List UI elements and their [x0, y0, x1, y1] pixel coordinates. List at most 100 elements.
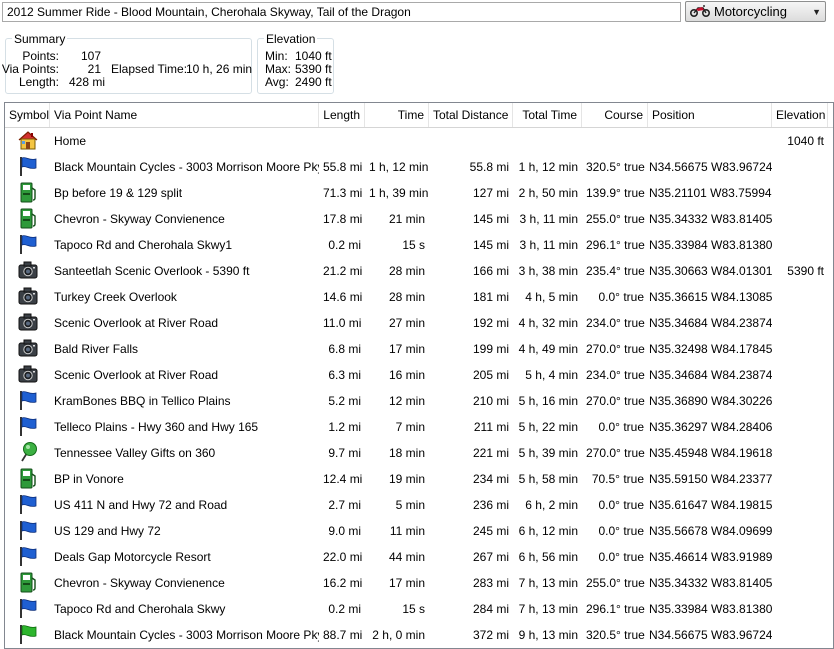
column-header-total-distance[interactable]: Total Distance — [429, 103, 513, 127]
via-points-value: 21 — [87, 62, 101, 76]
position-cell: N34.56675 W83.96724 — [649, 628, 772, 642]
table-row[interactable]: Bp before 19 & 129 split 71.3 mi 1 h, 39 m… — [5, 180, 833, 206]
column-header-total-time[interactable]: Total Time — [513, 103, 582, 127]
course-cell: 234.0° true — [586, 368, 645, 382]
total-distance-cell: 210 mi — [472, 394, 509, 408]
total-distance-cell: 55.8 mi — [469, 160, 509, 174]
via-point-name: KramBones BBQ in Tellico Plains — [54, 394, 231, 408]
course-cell: 0.0° true — [598, 290, 645, 304]
table-row[interactable]: US 411 N and Hwy 72 and Road 2.7 mi 5 min 2… — [5, 492, 833, 518]
table-body: Home 1040 ft Black Mountain Cycles - 3003 … — [5, 128, 833, 648]
position-cell: N35.34332 W83.81405 — [649, 212, 772, 226]
elapsed-time-label: Elapsed Time: — [111, 62, 188, 76]
symbol-cell — [5, 493, 50, 518]
table-row[interactable]: Scenic Overlook at River Road 6.3 mi 16 mi… — [5, 362, 833, 388]
time-cell: 5 min — [395, 498, 425, 512]
via-point-name: US 411 N and Hwy 72 and Road — [54, 498, 228, 512]
table-row[interactable]: Turkey Creek Overlook 14.6 mi 28 min 181 mi… — [5, 284, 833, 310]
time-cell: 7 min — [395, 420, 425, 434]
table-row[interactable]: Black Mountain Cycles - 3003 Morrison Mo… — [5, 154, 833, 180]
length-value: 428 mi — [69, 75, 106, 89]
total-distance-cell: 221 mi — [472, 446, 509, 460]
course-cell: 255.0° true — [586, 212, 645, 226]
length-cell: 71.3 mi — [323, 186, 363, 200]
position-cell: N35.61647 W84.19815 — [649, 498, 772, 512]
column-header-elevation[interactable]: Elevation — [772, 103, 828, 127]
time-cell: 44 min — [388, 550, 425, 564]
total-distance-cell: 166 mi — [472, 264, 509, 278]
total-time-cell: 6 h, 56 min — [518, 550, 578, 564]
blue-flag-icon — [17, 233, 39, 258]
column-header-time[interactable]: Time — [365, 103, 429, 127]
elevation-avg-label: Avg: — [265, 75, 289, 89]
time-cell: 19 min — [388, 472, 425, 486]
table-row[interactable]: BP in Vonore 12.4 mi 19 min 234 mi 5 h, 58 m… — [5, 466, 833, 492]
position-cell: N35.56678 W84.09699 — [649, 524, 772, 538]
blue-flag-icon — [17, 389, 39, 414]
length-cell: 0.2 mi — [328, 602, 361, 616]
table-row[interactable]: Bald River Falls 6.8 mi 17 min 199 mi 4 h, 4… — [5, 336, 833, 362]
position-cell: N35.34684 W84.23874 — [649, 316, 772, 330]
table-row[interactable]: Home 1040 ft — [5, 128, 833, 154]
table-row[interactable]: Telleco Plains - Hwy 360 and Hwy 165 1.2 … — [5, 414, 833, 440]
column-header-course[interactable]: Course — [582, 103, 648, 127]
house-icon — [17, 129, 39, 154]
length-label: Length: — [18, 75, 59, 89]
length-cell: 1.2 mi — [328, 420, 361, 434]
table-row[interactable]: Black Mountain Cycles - 3003 Morrison Mo… — [5, 622, 833, 648]
via-point-name: Tapoco Rd and Cherohala Skwy — [54, 602, 226, 616]
via-point-name: Bp before 19 & 129 split — [54, 186, 183, 200]
summary-group: Summary Points: 107 Via Points: 21 Elaps… — [2, 32, 252, 94]
via-point-name: Scenic Overlook at River Road — [54, 368, 219, 382]
symbol-cell — [5, 233, 50, 258]
total-distance-cell: 211 mi — [473, 420, 509, 434]
via-point-name: Chevron - Skyway Convienence — [54, 576, 225, 590]
symbol-cell — [5, 389, 50, 414]
course-cell: 296.1° true — [586, 238, 645, 252]
table-row[interactable]: Deals Gap Motorcycle Resort 22.0 mi 44 min… — [5, 544, 833, 570]
symbol-cell — [5, 597, 50, 622]
column-header-name[interactable]: Via Point Name — [50, 103, 319, 127]
elevation-max-label: Max: — [265, 62, 292, 76]
via-point-name: Scenic Overlook at River Road — [54, 316, 219, 330]
symbol-cell — [5, 207, 50, 232]
table-row[interactable]: Scenic Overlook at River Road 11.0 mi 27 m… — [5, 310, 833, 336]
time-cell: 1 h, 12 min — [369, 160, 429, 174]
column-header-symbol[interactable]: Symbol — [5, 103, 50, 127]
position-cell: N35.33984 W83.81380 — [649, 602, 772, 616]
table-row[interactable]: US 129 and Hwy 72 9.0 mi 11 min 245 mi 6 h, … — [5, 518, 833, 544]
column-header-length[interactable]: Length — [319, 103, 365, 127]
length-cell: 0.2 mi — [328, 238, 361, 252]
total-distance-cell: 236 mi — [472, 498, 509, 512]
table-row[interactable]: Tapoco Rd and Cherohala Skwy 0.2 mi 15 s 28… — [5, 596, 833, 622]
symbol-cell — [5, 519, 50, 544]
table-row[interactable]: Tennessee Valley Gifts on 360 9.7 mi 18 mi… — [5, 440, 833, 466]
symbol-cell — [5, 129, 50, 154]
via-point-name: Tapoco Rd and Cherohala Skwy1 — [54, 238, 233, 252]
table-row[interactable]: Chevron - Skyway Convienence 17.8 mi 21 mi… — [5, 206, 833, 232]
table-row[interactable]: Tapoco Rd and Cherohala Skwy1 0.2 mi 15 s 1… — [5, 232, 833, 258]
column-header-position[interactable]: Position — [648, 103, 772, 127]
total-distance-cell: 284 mi — [472, 602, 509, 616]
points-label: Points: — [22, 49, 59, 63]
table-row[interactable]: KramBones BBQ in Tellico Plains 5.2 mi 12 … — [5, 388, 833, 414]
position-cell: N34.56675 W83.96724 — [649, 160, 772, 174]
total-time-cell: 5 h, 16 min — [518, 394, 578, 408]
position-cell: N35.59150 W84.23377 — [649, 472, 772, 486]
course-cell: 255.0° true — [586, 576, 645, 590]
position-cell: N35.36615 W84.13085 — [649, 290, 772, 304]
table-row[interactable]: Santeetlah Scenic Overlook - 5390 ft 21.2… — [5, 258, 833, 284]
time-cell: 1 h, 39 min — [369, 186, 429, 200]
length-cell: 21.2 mi — [323, 264, 363, 278]
symbol-cell — [5, 311, 50, 336]
time-cell: 15 s — [402, 602, 425, 616]
length-cell: 6.3 mi — [328, 368, 361, 382]
table-header: Symbol Via Point Name Length Time Total … — [5, 103, 833, 128]
activity-profile-dropdown[interactable]: Motorcycling ▼ — [685, 1, 826, 22]
camera-icon — [17, 363, 39, 388]
table-row[interactable]: Chevron - Skyway Convienence 16.2 mi 17 mi… — [5, 570, 833, 596]
symbol-cell — [5, 467, 50, 492]
length-cell: 14.6 mi — [323, 290, 363, 304]
route-name-field[interactable]: 2012 Summer Ride - Blood Mountain, Chero… — [2, 2, 681, 22]
time-cell: 21 min — [388, 212, 425, 226]
